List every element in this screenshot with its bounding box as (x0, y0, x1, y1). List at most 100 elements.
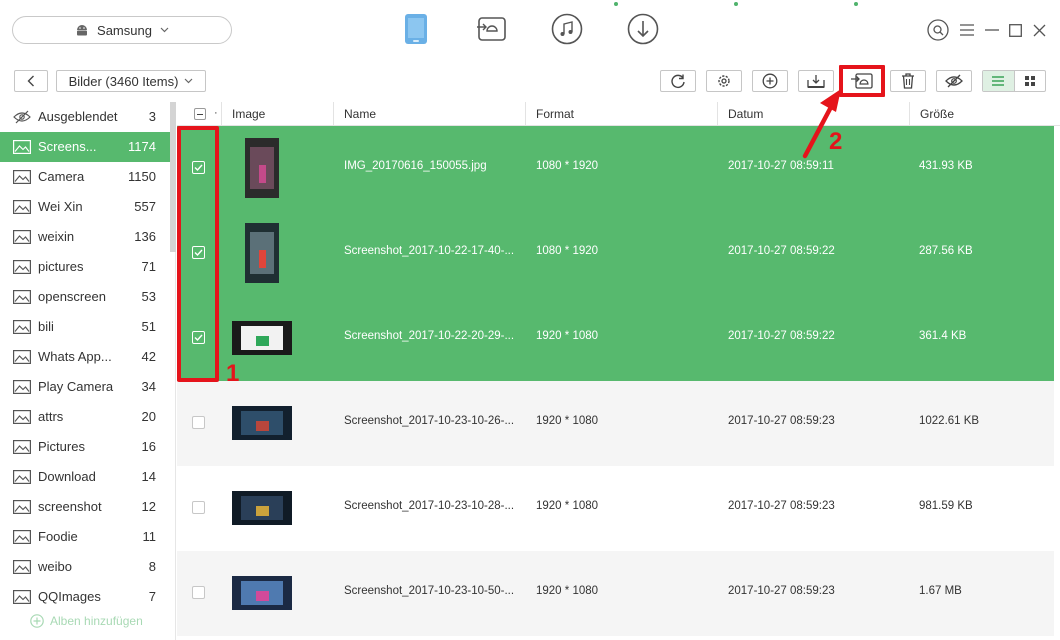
sidebar-album-name: weixin (38, 229, 75, 244)
sidebar-album-count: 12 (141, 499, 156, 514)
nav-itunes-library[interactable] (550, 12, 584, 46)
grid-view-button[interactable] (1015, 71, 1046, 91)
sidebar-album-item[interactable]: Ausgeblendet 3 (0, 102, 170, 132)
maximize-icon (1008, 23, 1022, 37)
minimize-icon (985, 29, 999, 31)
search-button[interactable] (926, 18, 950, 42)
add-album-label: Alben hinzufügen (50, 614, 143, 628)
photo-thumbnail[interactable] (232, 491, 292, 525)
status-dot (854, 2, 858, 6)
sidebar-album-item[interactable]: pictures 71 (0, 252, 170, 282)
table-row[interactable]: Screenshot_2017-10-23-10-28-... 1920 * 10… (177, 466, 1054, 551)
nav-device[interactable] (399, 12, 433, 46)
indeterminate-mark (197, 113, 203, 115)
file-name: Screenshot_2017-10-22-20-29-... (344, 330, 515, 342)
sidebar-scrollbar[interactable] (170, 102, 176, 252)
image-icon (13, 560, 31, 575)
sidebar-album-item[interactable]: weixin 136 (0, 222, 170, 252)
image-icon (13, 590, 31, 605)
sidebar-album-name: weibo (38, 559, 72, 574)
column-header-format[interactable]: Format (526, 102, 718, 126)
sidebar-album-name: pictures (38, 259, 84, 274)
add-button[interactable] (752, 70, 788, 92)
minimize-button[interactable] (980, 18, 1004, 42)
plus-circle-icon (762, 73, 778, 89)
sidebar-album-item[interactable]: QQImages 7 (0, 582, 170, 612)
file-name: Screenshot_2017-10-23-10-28-... (344, 500, 515, 512)
download-icon (627, 13, 659, 45)
row-checkbox[interactable] (192, 586, 205, 599)
sidebar-album-item[interactable]: Download 14 (0, 462, 170, 492)
eye-slash-icon (13, 110, 31, 124)
table-row[interactable]: Screenshot_2017-10-23-10-26-... 1920 * 10… (177, 381, 1054, 466)
sidebar-album-count: 16 (141, 439, 156, 454)
select-all-checkbox[interactable] (194, 108, 206, 120)
search-icon (927, 19, 949, 41)
close-button[interactable] (1027, 18, 1051, 42)
image-icon (13, 350, 31, 365)
image-icon (13, 140, 31, 155)
sidebar-album-item[interactable]: Screens... 1174 (0, 132, 170, 162)
android-transfer-icon (477, 17, 506, 41)
sidebar-album-item[interactable]: openscreen 53 (0, 282, 170, 312)
photo-thumbnail[interactable] (245, 138, 279, 198)
sidebar-album-name: Whats App... (38, 349, 112, 364)
maximize-button[interactable] (1003, 18, 1027, 42)
sidebar-album-item[interactable]: Whats App... 42 (0, 342, 170, 372)
column-header-name[interactable]: Name (334, 102, 526, 126)
table-row[interactable]: Screenshot_2017-10-23-10-50-... 1920 * 10… (177, 551, 1054, 636)
file-size: 287.56 KB (919, 245, 973, 257)
table-row[interactable]: IMG_20170616_150055.jpg 1080 * 1920 2017-1… (177, 126, 1054, 211)
nav-downloader[interactable] (626, 12, 660, 46)
sidebar-album-item[interactable]: weibo 8 (0, 552, 170, 582)
sidebar-album-name: Ausgeblendet (38, 109, 118, 124)
column-header-image[interactable]: Image (222, 102, 334, 126)
nav-android-mover[interactable] (475, 12, 509, 46)
list-view-button[interactable] (983, 71, 1015, 91)
file-size: 361.4 KB (919, 330, 967, 342)
photo-thumbnail[interactable] (232, 406, 292, 440)
sidebar-album-item[interactable]: Wei Xin 557 (0, 192, 170, 222)
refresh-button[interactable] (660, 70, 696, 92)
sidebar-album-name: Play Camera (38, 379, 114, 394)
sidebar-album-item[interactable]: Pictures 16 (0, 432, 170, 462)
grid-icon (1024, 76, 1035, 86)
photo-thumbnail[interactable] (232, 576, 292, 610)
table-row[interactable]: Screenshot_2017-10-22-20-29-... 1920 * 10… (177, 296, 1054, 381)
settings-button[interactable] (706, 70, 742, 92)
sidebar-album-item[interactable]: Foodie 11 (0, 522, 170, 552)
device-selector[interactable]: Samsung (12, 16, 232, 44)
photo-thumbnail[interactable] (232, 321, 292, 355)
album-selector[interactable]: Bilder (3460 Items) (56, 70, 206, 92)
toolbar: Bilder (3460 Items) (0, 62, 1060, 100)
sidebar-album-item[interactable]: bili 51 (0, 312, 170, 342)
sidebar-album-name: Camera (38, 169, 85, 184)
sidebar-album-item[interactable]: screenshot 12 (0, 492, 170, 522)
table-row[interactable]: Screenshot_2017-10-22-17-40-... 1080 * 19… (177, 211, 1054, 296)
hide-button[interactable] (936, 70, 972, 92)
sidebar-album-item[interactable]: Camera 1150 (0, 162, 170, 192)
back-button[interactable] (14, 70, 48, 92)
sidebar-album-count: 557 (134, 199, 156, 214)
add-album-button[interactable]: Alben hinzufügen (30, 614, 143, 628)
sidebar-album-count: 7 (148, 589, 156, 604)
chevron-down-icon (184, 78, 193, 84)
row-checkbox[interactable] (192, 501, 205, 514)
sidebar-album-count: 51 (141, 319, 156, 334)
annotation-box-step-1 (177, 126, 219, 382)
plus-circle-icon (30, 614, 44, 628)
sidebar-album-item[interactable]: Play Camera 34 (0, 372, 170, 402)
row-checkbox[interactable] (192, 416, 205, 429)
file-size: 431.93 KB (919, 160, 973, 172)
sidebar-album-count: 136 (134, 229, 156, 244)
photo-thumbnail[interactable] (245, 223, 279, 283)
sidebar-album-count: 34 (141, 379, 156, 394)
menu-button[interactable] (955, 18, 979, 42)
sidebar-album-item[interactable]: attrs 20 (0, 402, 170, 432)
status-dot (734, 2, 738, 6)
refresh-icon (671, 74, 685, 88)
column-header-size[interactable]: Größe (910, 102, 1060, 126)
delete-button[interactable] (890, 70, 926, 92)
sidebar-album-count: 71 (141, 259, 156, 274)
music-icon (551, 13, 583, 45)
